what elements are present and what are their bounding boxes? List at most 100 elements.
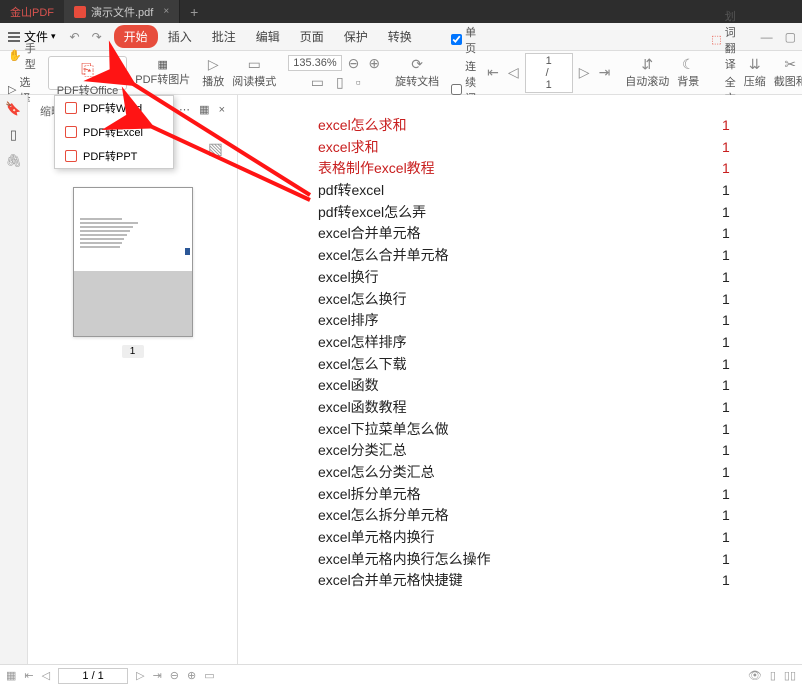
left-sidebar: 🔖 ▯ 🖇	[0, 95, 28, 664]
thumb-grid-icon[interactable]: ▦	[199, 104, 209, 116]
close-tab-icon[interactable]: ×	[163, 6, 169, 17]
tab-page[interactable]: 页面	[290, 25, 334, 48]
tab-protect[interactable]: 保护	[334, 25, 378, 48]
thumb-close-icon[interactable]: ×	[219, 104, 225, 116]
scroll-icon: ⇵	[638, 56, 656, 73]
tab-convert[interactable]: 转换	[378, 25, 422, 48]
status-grid-icon[interactable]: ▦	[6, 669, 16, 682]
view-layout-group: 单页 连续阅读	[447, 51, 480, 95]
read-mode-button[interactable]: ▭ 阅读模式	[228, 51, 280, 95]
status-next-icon[interactable]: ⇥	[153, 669, 162, 682]
doc-row: excel分类汇总1	[318, 440, 742, 462]
doc-row: excel怎么分类汇总1	[318, 462, 742, 484]
bookmark-icon[interactable]: 🔖	[6, 101, 22, 117]
doc-row: excel函数教程1	[318, 397, 742, 419]
doc-row: excel换行1	[318, 267, 742, 289]
status-zoomin-icon[interactable]: ⊕	[187, 669, 196, 682]
auto-scroll-button[interactable]: ⇵ 自动滚动	[621, 51, 673, 95]
translate-group: ⬚划词翻译 ⬚全文翻译	[707, 51, 739, 95]
zoom-value[interactable]: 135.36%	[288, 55, 341, 71]
next-page-icon[interactable]: ▷	[576, 64, 593, 81]
pdf-to-word-item[interactable]: PDF转Word	[55, 96, 173, 120]
tab-start[interactable]: 开始	[114, 25, 158, 48]
background-button[interactable]: ☾ 背景	[673, 51, 703, 95]
status-eye-icon[interactable]: 👁	[748, 669, 762, 682]
thumb-opts-icon[interactable]: ⋯	[179, 104, 190, 116]
tab-annotate[interactable]: 批注	[202, 25, 246, 48]
rotate-button[interactable]: ⟳ 旋转文档	[391, 51, 443, 95]
status-bar: ▦ ⇤ ◁ ▷ ⇥ ⊖ ⊕ ▭ 👁 ▯ ▯▯	[0, 664, 802, 686]
zoom-in-icon[interactable]: ⊕	[365, 55, 383, 72]
compress-button[interactable]: ⇊ 压缩	[740, 51, 770, 95]
document-area[interactable]: excel怎么求和1excel求和1表格制作excel教程1pdf转excel1…	[238, 95, 802, 664]
doc-row: excel合并单元格快捷键1	[318, 570, 742, 592]
doc-row: excel怎么换行1	[318, 289, 742, 311]
tab-title: 演示文件.pdf	[91, 4, 153, 20]
moon-icon: ☾	[679, 56, 698, 73]
status-layout1-icon[interactable]: ▯	[770, 669, 776, 682]
minimize-icon[interactable]: —	[755, 30, 779, 44]
doc-row: pdf转excel怎么弄1	[318, 202, 742, 224]
status-layout2-icon[interactable]: ▯▯	[784, 669, 796, 682]
page-indicator[interactable]: 1 / 1	[525, 53, 573, 93]
attachment-icon[interactable]: 🖇	[6, 153, 22, 169]
first-page-icon[interactable]: ⇤	[484, 64, 502, 81]
zoom-out-icon[interactable]: ⊖	[345, 55, 363, 72]
document-page: excel怎么求和1excel求和1表格制作excel教程1pdf转excel1…	[238, 95, 802, 664]
page-thumbnail[interactable]	[73, 187, 193, 337]
app-name: 金山PDF	[0, 4, 64, 20]
image-icon: ▦	[158, 58, 168, 71]
actual-size-icon[interactable]: ▫	[353, 74, 364, 91]
fit-width-icon[interactable]: ▭	[308, 74, 327, 91]
status-left-icon[interactable]: ◁	[42, 669, 50, 682]
tab-insert[interactable]: 插入	[158, 25, 202, 48]
title-bar: 金山PDF 演示文件.pdf × +	[0, 0, 802, 23]
status-zoomout-icon[interactable]: ⊖	[170, 669, 179, 682]
redo-icon[interactable]: ↷	[86, 30, 108, 44]
pdf-to-excel-item[interactable]: PDF转Excel	[55, 120, 173, 144]
status-right-icon[interactable]: ▷	[136, 669, 144, 682]
toolbar: ✋手型 ▷选择 ⎘ PDF转Office ▦ PDF转图片 ▷ 播放 ▭ 阅读模…	[0, 51, 802, 95]
single-page-check[interactable]: 单页	[451, 24, 476, 56]
doc-row: excel怎么下载1	[318, 354, 742, 376]
prev-page-icon[interactable]: ◁	[505, 64, 522, 81]
read-icon: ▭	[245, 56, 264, 73]
hamburger-icon	[8, 32, 20, 42]
pdf-to-office-dropdown: PDF转Word PDF转Excel PDF转PPT	[54, 95, 174, 169]
maximize-icon[interactable]: ▢	[779, 30, 802, 44]
hand-tool[interactable]: ✋手型	[8, 40, 36, 72]
tab-edit[interactable]: 编辑	[246, 25, 290, 48]
play-button[interactable]: ▷ 播放	[198, 51, 228, 95]
pdf-to-office-button[interactable]: ⎘ PDF转Office	[44, 51, 132, 95]
menu-bar: 文件 ▾ ↶ ↷ 开始 插入 批注 编辑 页面 保护 转换 — ▢	[0, 23, 802, 51]
doc-row: excel怎么拆分单元格1	[318, 505, 742, 527]
doc-row: excel单元格内换行1	[318, 527, 742, 549]
thumbnail-icon[interactable]: ▯	[6, 127, 22, 143]
pdf-icon	[74, 6, 86, 18]
undo-icon[interactable]: ↶	[64, 30, 86, 44]
doc-row: excel函数1	[318, 375, 742, 397]
status-page-input[interactable]	[58, 668, 128, 684]
crop-icon: ✂	[781, 56, 799, 73]
new-tab-button[interactable]: +	[180, 4, 208, 20]
status-fit-icon[interactable]: ▭	[204, 669, 214, 682]
rotate-icon: ⟳	[408, 56, 426, 73]
pdf-to-ppt-item[interactable]: PDF转PPT	[55, 144, 173, 168]
doc-row: pdf转excel1	[318, 180, 742, 202]
page-nav: ⇤ ◁ 1 / 1 ▷ ⇥	[480, 51, 617, 95]
thumbnail-panel: 缩略 ⋯ ▦ × ▧ 1	[28, 95, 238, 664]
cursor-group: ✋手型 ▷选择	[4, 51, 40, 95]
thumb-image-icon[interactable]: ▧	[208, 139, 223, 159]
doc-row: 表格制作excel教程1	[318, 158, 742, 180]
status-prev-icon[interactable]: ⇤	[24, 669, 33, 682]
crop-button[interactable]: ✂ 截图和	[770, 51, 802, 95]
fit-page-icon[interactable]: ▯	[333, 74, 347, 91]
doc-row: excel怎么求和1	[318, 115, 742, 137]
ribbon-tabs: 开始 插入 批注 编辑 页面 保护 转换	[114, 25, 422, 48]
pdf-to-image-button[interactable]: ▦ PDF转图片	[131, 51, 194, 95]
doc-row: excel求和1	[318, 137, 742, 159]
selection-translate[interactable]: ⬚划词翻译	[711, 8, 735, 72]
last-page-icon[interactable]: ⇥	[596, 64, 614, 81]
doc-row: excel下拉菜单怎么做1	[318, 419, 742, 441]
document-tab[interactable]: 演示文件.pdf ×	[64, 0, 180, 23]
